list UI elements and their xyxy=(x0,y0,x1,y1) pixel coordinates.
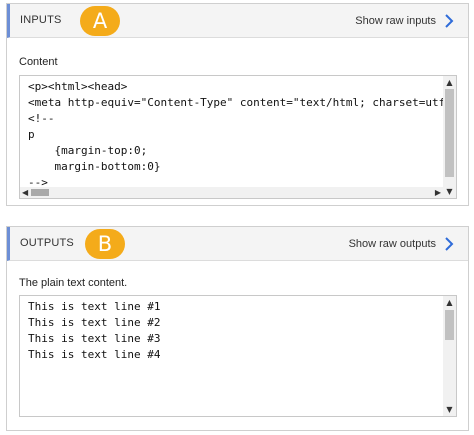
horizontal-scroll-thumb[interactable] xyxy=(31,189,49,196)
step-badge-a: A xyxy=(80,6,120,36)
scroll-thumb[interactable] xyxy=(445,310,454,340)
inputs-panel: INPUTS A Show raw inputs Content <p><htm… xyxy=(6,3,469,206)
plain-text-label: The plain text content. xyxy=(19,277,128,289)
inputs-header: INPUTS A Show raw inputs xyxy=(7,4,468,38)
triangle-down-icon[interactable]: ▼ xyxy=(445,187,454,196)
show-raw-inputs-link[interactable]: Show raw inputs xyxy=(355,15,436,27)
chevron-right-icon[interactable] xyxy=(444,13,454,29)
show-raw-outputs-link[interactable]: Show raw outputs xyxy=(349,238,436,250)
triangle-up-icon[interactable]: ▲ xyxy=(445,298,454,307)
chevron-right-icon[interactable] xyxy=(444,236,454,252)
code-line: p xyxy=(28,128,35,141)
code-line: This is text line #2 xyxy=(28,316,161,329)
code-line: {margin-top:0; xyxy=(28,144,148,157)
triangle-down-icon[interactable]: ▼ xyxy=(445,405,454,414)
triangle-left-icon[interactable]: ◀ xyxy=(22,187,28,198)
content-code-box[interactable]: <p><html><head> <meta http-equiv="Content… xyxy=(19,75,457,199)
outputs-title: OUTPUTS xyxy=(20,237,74,249)
plain-text-box[interactable]: This is text line #1 This is text line #2… xyxy=(19,295,457,417)
content-label: Content xyxy=(19,56,58,68)
code-line: <meta http-equiv="Content-Type" content=… xyxy=(28,96,457,109)
vertical-scrollbar[interactable]: ▲ ▼ xyxy=(443,296,456,416)
code-line: This is text line #4 xyxy=(28,348,161,361)
code-line: This is text line #1 xyxy=(28,300,161,313)
step-badge-b: B xyxy=(85,229,125,259)
code-line: <!-- xyxy=(28,112,55,125)
code-line: margin-bottom:0} xyxy=(28,160,161,173)
plain-text-lines: This is text line #1 This is text line #2… xyxy=(28,299,160,363)
outputs-panel: OUTPUTS B Show raw outputs The plain tex… xyxy=(6,226,469,431)
vertical-scrollbar[interactable]: ▲ ▼ xyxy=(443,76,456,198)
code-line: <p><html><head> xyxy=(28,80,128,93)
code-line: This is text line #3 xyxy=(28,332,161,345)
horizontal-scrollbar[interactable]: ◀ ▶ xyxy=(20,187,443,198)
scroll-thumb[interactable] xyxy=(445,89,454,177)
outputs-header: OUTPUTS B Show raw outputs xyxy=(7,227,468,261)
inputs-title: INPUTS xyxy=(20,14,62,26)
triangle-right-icon[interactable]: ▶ xyxy=(435,187,441,198)
content-code-lines: <p><html><head> <meta http-equiv="Content… xyxy=(28,79,457,198)
triangle-up-icon[interactable]: ▲ xyxy=(445,78,454,87)
